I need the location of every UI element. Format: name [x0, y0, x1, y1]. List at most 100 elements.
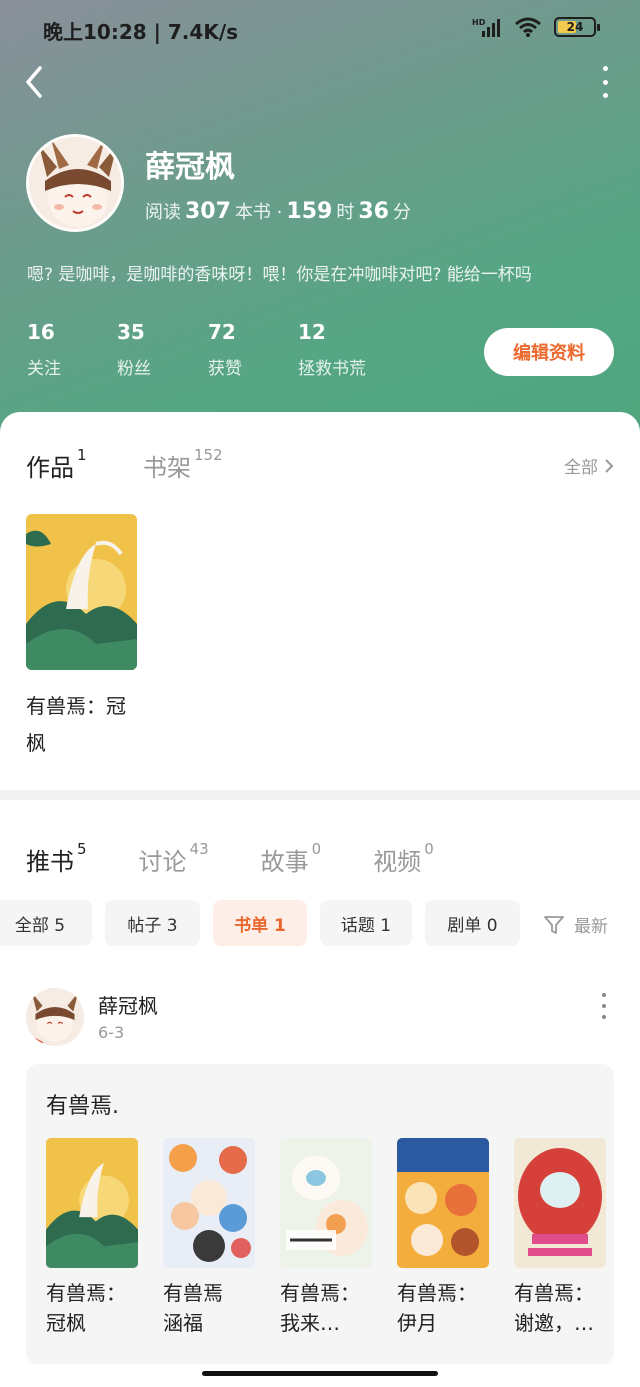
profile-name: 薛冠枫 [145, 150, 235, 185]
stat-number: 35 [117, 320, 145, 344]
booklist-book[interactable]: 有兽焉： 我来… [280, 1138, 372, 1338]
avatar[interactable] [26, 134, 124, 232]
hours-unit: 时 [336, 202, 355, 223]
book-title-line2: 谢邀，… [514, 1311, 594, 1335]
signal-icon: HD [472, 18, 500, 37]
wifi-icon [515, 17, 541, 37]
book-cover [46, 1138, 138, 1268]
tab-recommend[interactable]: 推书 5 [26, 840, 87, 877]
stat-label: 关注 [27, 359, 61, 379]
battery-icon: 24 [554, 17, 600, 37]
reading-stats: 阅读 307 本书 · 159 时 36 分 [145, 198, 411, 224]
tab-works-label: 作品 [26, 454, 74, 482]
stat-following[interactable]: 16 关注 [27, 320, 61, 379]
book-title-line1: 有兽焉： [397, 1281, 477, 1305]
books-unit: 本书 · [234, 202, 283, 223]
tab-works-count: 1 [77, 446, 87, 464]
book-title-line2: 涵福 [163, 1311, 203, 1335]
feed-tabs: 推书 5 讨论 43 故事 0 视频 0 [26, 840, 486, 877]
tab-bookshelf-label: 书架 [143, 454, 191, 482]
edit-profile-button[interactable]: 编辑资料 [484, 328, 614, 376]
profile-bio: 嗯? 是咖啡，是咖啡的香味呀！喂！你是在冲咖啡对吧? 能给一杯吗 [27, 265, 532, 285]
booklist-card[interactable]: 有兽焉. 有兽焉： 冠枫 有兽焉 涵福 有兽焉： 我来… 有兽焉： 伊月 有兽焉… [26, 1064, 614, 1364]
status-bar: 晚上10:28 | 7.4K/s HD 24 [0, 0, 640, 58]
book-cover-art [514, 1138, 606, 1268]
book-title-line2: 伊月 [397, 1311, 437, 1335]
book-cover [163, 1138, 255, 1268]
chip-booklists[interactable]: 书单 1 [213, 900, 307, 946]
chip-dramas[interactable]: 剧单 0 [425, 900, 520, 946]
chip-topics[interactable]: 话题 1 [320, 900, 412, 946]
hd-label: HD [472, 18, 486, 27]
books-read-count: 307 [185, 199, 231, 224]
post-author-avatar[interactable] [26, 988, 84, 1046]
chip-posts[interactable]: 帖子 3 [105, 900, 200, 946]
sort-label: 最新 [574, 917, 608, 937]
post-date: 6-3 [98, 1023, 125, 1042]
book-title-line1: 有兽焉 [163, 1281, 223, 1305]
booklist-book[interactable]: 有兽焉： 伊月 [397, 1138, 489, 1338]
stat-label: 获赞 [208, 359, 242, 379]
book-cover-art [163, 1138, 255, 1268]
stat-followers[interactable]: 35 粉丝 [117, 320, 151, 379]
book-title-line1: 有兽焉： [514, 1281, 594, 1305]
post-author-name[interactable]: 薛冠枫 [98, 990, 158, 1019]
book-cover [514, 1138, 606, 1268]
home-indicator[interactable] [202, 1371, 438, 1376]
view-all-label: 全部 [564, 458, 598, 478]
reading-prefix: 阅读 [145, 202, 181, 223]
more-options-icon[interactable] [600, 66, 610, 98]
tab-discussion-count: 43 [189, 840, 209, 858]
tab-video[interactable]: 视频 0 [373, 840, 434, 877]
book-cover-art [397, 1138, 489, 1268]
stat-label: 粉丝 [117, 359, 151, 379]
tab-discussion-label: 讨论 [138, 848, 187, 876]
minutes-unit: 分 [392, 202, 411, 223]
status-time: 晚上10:28 | 7.4K/s [43, 20, 239, 44]
stat-number: 12 [298, 320, 326, 344]
tab-video-label: 视频 [373, 848, 422, 876]
work-title[interactable]: 有兽焉：冠枫 [26, 688, 136, 762]
booklist-book[interactable]: 有兽焉 涵福 [163, 1138, 255, 1338]
stat-likes[interactable]: 72 获赞 [208, 320, 242, 379]
book-cover-art [26, 514, 137, 670]
stat-number: 16 [27, 320, 55, 344]
sort-filter[interactable]: 最新 [542, 912, 608, 937]
battery-level: 24 [566, 20, 584, 34]
tab-bookshelf-count: 152 [194, 446, 223, 464]
tab-discussion[interactable]: 讨论 43 [138, 840, 209, 877]
booklist-title: 有兽焉. [46, 1094, 119, 1119]
stat-label: 拯救书荒 [298, 359, 366, 379]
tab-video-count: 0 [424, 840, 434, 858]
book-cover-art [280, 1138, 372, 1268]
stat-number: 72 [208, 320, 236, 344]
chip-all[interactable]: 全部 5 [0, 900, 92, 946]
tab-story-label: 故事 [260, 848, 309, 876]
chevron-right-icon [605, 458, 614, 473]
book-cover-art [46, 1138, 138, 1268]
work-cover[interactable] [26, 514, 137, 670]
book-cover [397, 1138, 489, 1268]
booklist-book[interactable]: 有兽焉： 谢邀，… [514, 1138, 606, 1338]
book-cover [280, 1138, 372, 1268]
book-title-line2: 我来… [280, 1311, 340, 1335]
view-all-link[interactable]: 全部 [564, 453, 614, 478]
book-title-line1: 有兽焉： [46, 1281, 126, 1305]
booklist-book[interactable]: 有兽焉： 冠枫 [46, 1138, 138, 1338]
book-title-line2: 冠枫 [46, 1311, 86, 1335]
tab-bookshelf[interactable]: 书架 152 [143, 446, 223, 483]
tab-recommend-label: 推书 [26, 848, 74, 876]
section-divider [0, 790, 640, 800]
book-title-line1: 有兽焉： [280, 1281, 360, 1305]
minutes-count: 36 [358, 199, 389, 224]
tab-works[interactable]: 作品 1 [26, 446, 87, 483]
hours-count: 159 [286, 199, 333, 224]
tab-story-count: 0 [311, 840, 322, 858]
avatar-illustration [26, 988, 84, 1046]
post-more-icon[interactable] [600, 993, 608, 1019]
filter-icon [544, 915, 564, 934]
back-arrow-icon[interactable] [20, 64, 54, 100]
tab-recommend-count: 5 [77, 840, 87, 858]
tab-story[interactable]: 故事 0 [260, 840, 322, 877]
stat-rescue-book-famine[interactable]: 12 拯救书荒 [298, 320, 366, 379]
